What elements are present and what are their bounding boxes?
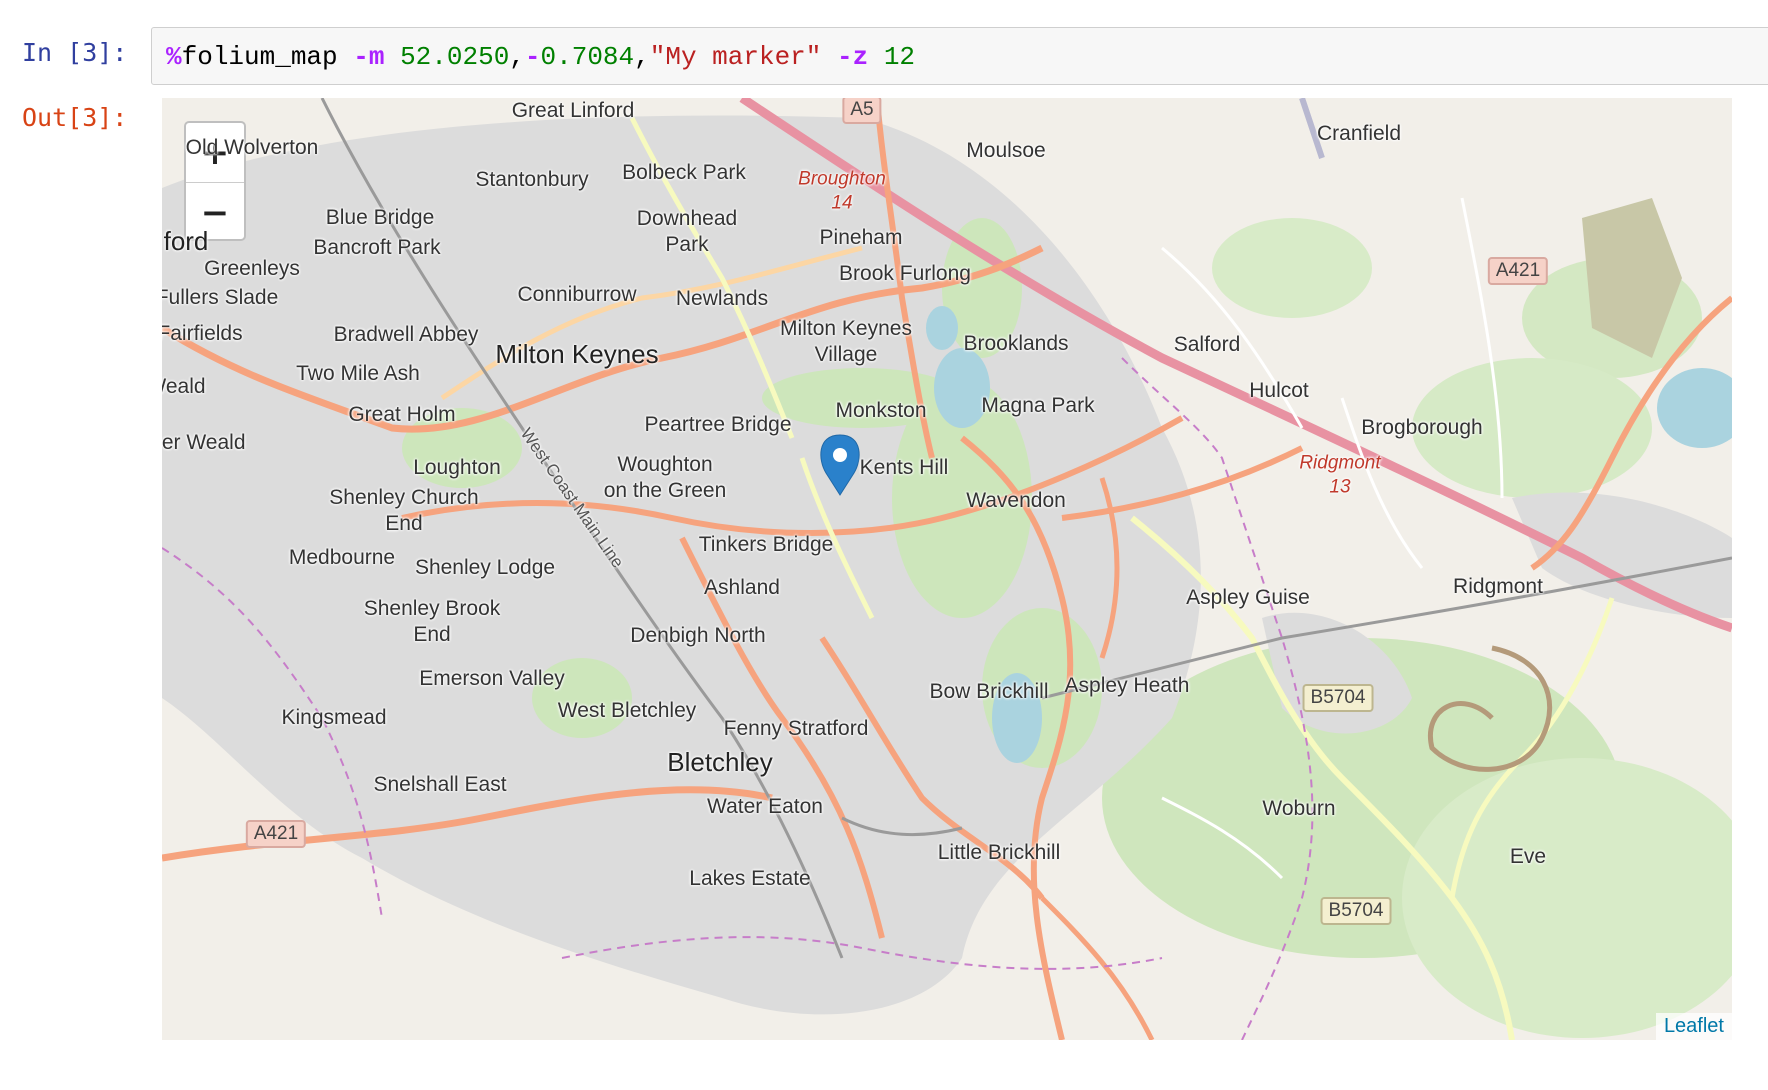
magic-percent: % — [166, 42, 182, 72]
label-bolbeck-park: Bolbeck Park — [622, 160, 746, 184]
label-denbigh-north: Denbigh North — [630, 623, 766, 647]
label-stratford: ford — [163, 225, 209, 256]
road-shield-a5: A5 — [842, 98, 882, 124]
marker-label-string: "My marker" — [649, 42, 822, 72]
comma-2: , — [634, 42, 650, 72]
label-downhead-park: Downhead Park — [636, 206, 738, 256]
label-stantonbury: Stantonbury — [475, 167, 589, 191]
label-fairfields: Fairfields — [162, 321, 243, 345]
map-attribution: Leaflet — [1655, 1013, 1732, 1040]
label-hulcot: Hulcot — [1249, 378, 1309, 402]
road-shield-b5704-b: B5704 — [1320, 897, 1392, 925]
label-bletchley: Bletchley — [667, 746, 773, 777]
label-newlands: Newlands — [675, 286, 769, 310]
label-blue-bridge: Blue Bridge — [325, 205, 435, 229]
magic-name: folium_map — [181, 42, 338, 72]
label-shenley-church-end: Shenley Church End — [329, 485, 479, 535]
output-prompt: Out[3]: — [22, 103, 128, 132]
label-milton-keynes: Milton Keynes — [495, 338, 659, 369]
label-kingsmead: Kingsmead — [281, 705, 387, 729]
leaflet-link[interactable]: Leaflet — [1664, 1015, 1724, 1037]
label-two-mile-ash: Two Mile Ash — [296, 361, 420, 385]
label-monkston: Monkston — [835, 398, 927, 422]
label-brogborough: Brogborough — [1361, 415, 1483, 439]
flag-m: -m — [353, 42, 385, 72]
label-shenley-brook-end: Shenley Brook End — [363, 596, 501, 646]
comma-1: , — [509, 42, 525, 72]
label-bradwell-abbey: Bradwell Abbey — [333, 322, 479, 346]
label-tinkers-bridge: Tinkers Bridge — [698, 532, 834, 556]
label-conniburrow: Conniburrow — [517, 282, 637, 306]
label-milton-keynes-village: Milton Keynes Village — [780, 316, 912, 366]
label-little-brickhill: Little Brickhill — [937, 840, 1061, 864]
label-broughton-junction: Broughton 14 — [798, 168, 886, 213]
flag-z: -z — [837, 42, 869, 72]
label-water-eaton: Water Eaton — [707, 794, 823, 818]
leaflet-map[interactable]: + − Great Linford Old Wolverton Stantonb… — [162, 98, 1732, 1040]
label-west-bletchley: West Bletchley — [557, 698, 697, 722]
label-woughton-on-the-green: Woughton on the Green — [603, 452, 727, 502]
zoom-value: 12 — [883, 42, 916, 72]
longitude-value: 0.7084 — [540, 42, 635, 72]
label-greenleys: Greenleys — [204, 256, 300, 280]
label-moulsoe: Moulsoe — [966, 138, 1046, 162]
label-weald: Weald — [162, 374, 206, 398]
label-snelshall-east: Snelshall East — [373, 772, 507, 796]
label-magna-park: Magna Park — [981, 393, 1095, 417]
road-shield-b5704-a: B5704 — [1302, 684, 1374, 712]
latitude-value: 52.0250 — [400, 42, 510, 72]
label-emerson-valley: Emerson Valley — [419, 666, 565, 690]
code-input[interactable]: %folium_map -m 52.0250,-0.7084,"My marke… — [151, 27, 1768, 85]
label-ridgmont-junction: Ridgmont 13 — [1299, 452, 1381, 497]
label-ashland: Ashland — [704, 575, 780, 599]
label-upper-weald: pper Weald — [162, 430, 246, 454]
label-pineham: Pineham — [819, 225, 903, 249]
label-eversholt: Eve — [1509, 844, 1547, 868]
label-aspley-heath: Aspley Heath — [1064, 673, 1190, 697]
road-shield-a421-left: A421 — [245, 820, 307, 848]
label-kents-hill: Kents Hill — [859, 455, 949, 479]
label-peartree-bridge: Peartree Bridge — [644, 412, 792, 436]
road-shield-a421-right: A421 — [1487, 257, 1549, 285]
label-bow-brickhill: Bow Brickhill — [929, 679, 1049, 703]
label-aspley-guise: Aspley Guise — [1186, 585, 1310, 609]
label-brook-furlong: Brook Furlong — [839, 261, 971, 285]
label-salford: Salford — [1173, 332, 1241, 356]
minus-sign: - — [524, 42, 541, 72]
label-ridgmont: Ridgmont — [1453, 574, 1543, 598]
label-great-linford: Great Linford — [511, 98, 635, 122]
label-brooklands: Brooklands — [963, 331, 1069, 355]
label-shenley-lodge: Shenley Lodge — [414, 555, 556, 579]
label-bancroft-park: Bancroft Park — [313, 235, 441, 259]
label-woburn: Woburn — [1262, 796, 1336, 820]
label-cranfield: Cranfield — [1316, 121, 1402, 145]
label-fenny-stratford: Fenny Stratford — [723, 716, 869, 740]
label-old-wolverton: Old Wolverton — [185, 135, 319, 159]
label-loughton: Loughton — [413, 455, 501, 479]
label-great-holm: Great Holm — [348, 402, 456, 426]
label-medbourne: Medbourne — [288, 545, 396, 569]
label-lakes-estate: Lakes Estate — [689, 866, 811, 890]
input-prompt: In [3]: — [22, 38, 128, 67]
label-wavendon: Wavendon — [966, 488, 1066, 512]
label-fullers-slade: Fullers Slade — [162, 285, 279, 309]
